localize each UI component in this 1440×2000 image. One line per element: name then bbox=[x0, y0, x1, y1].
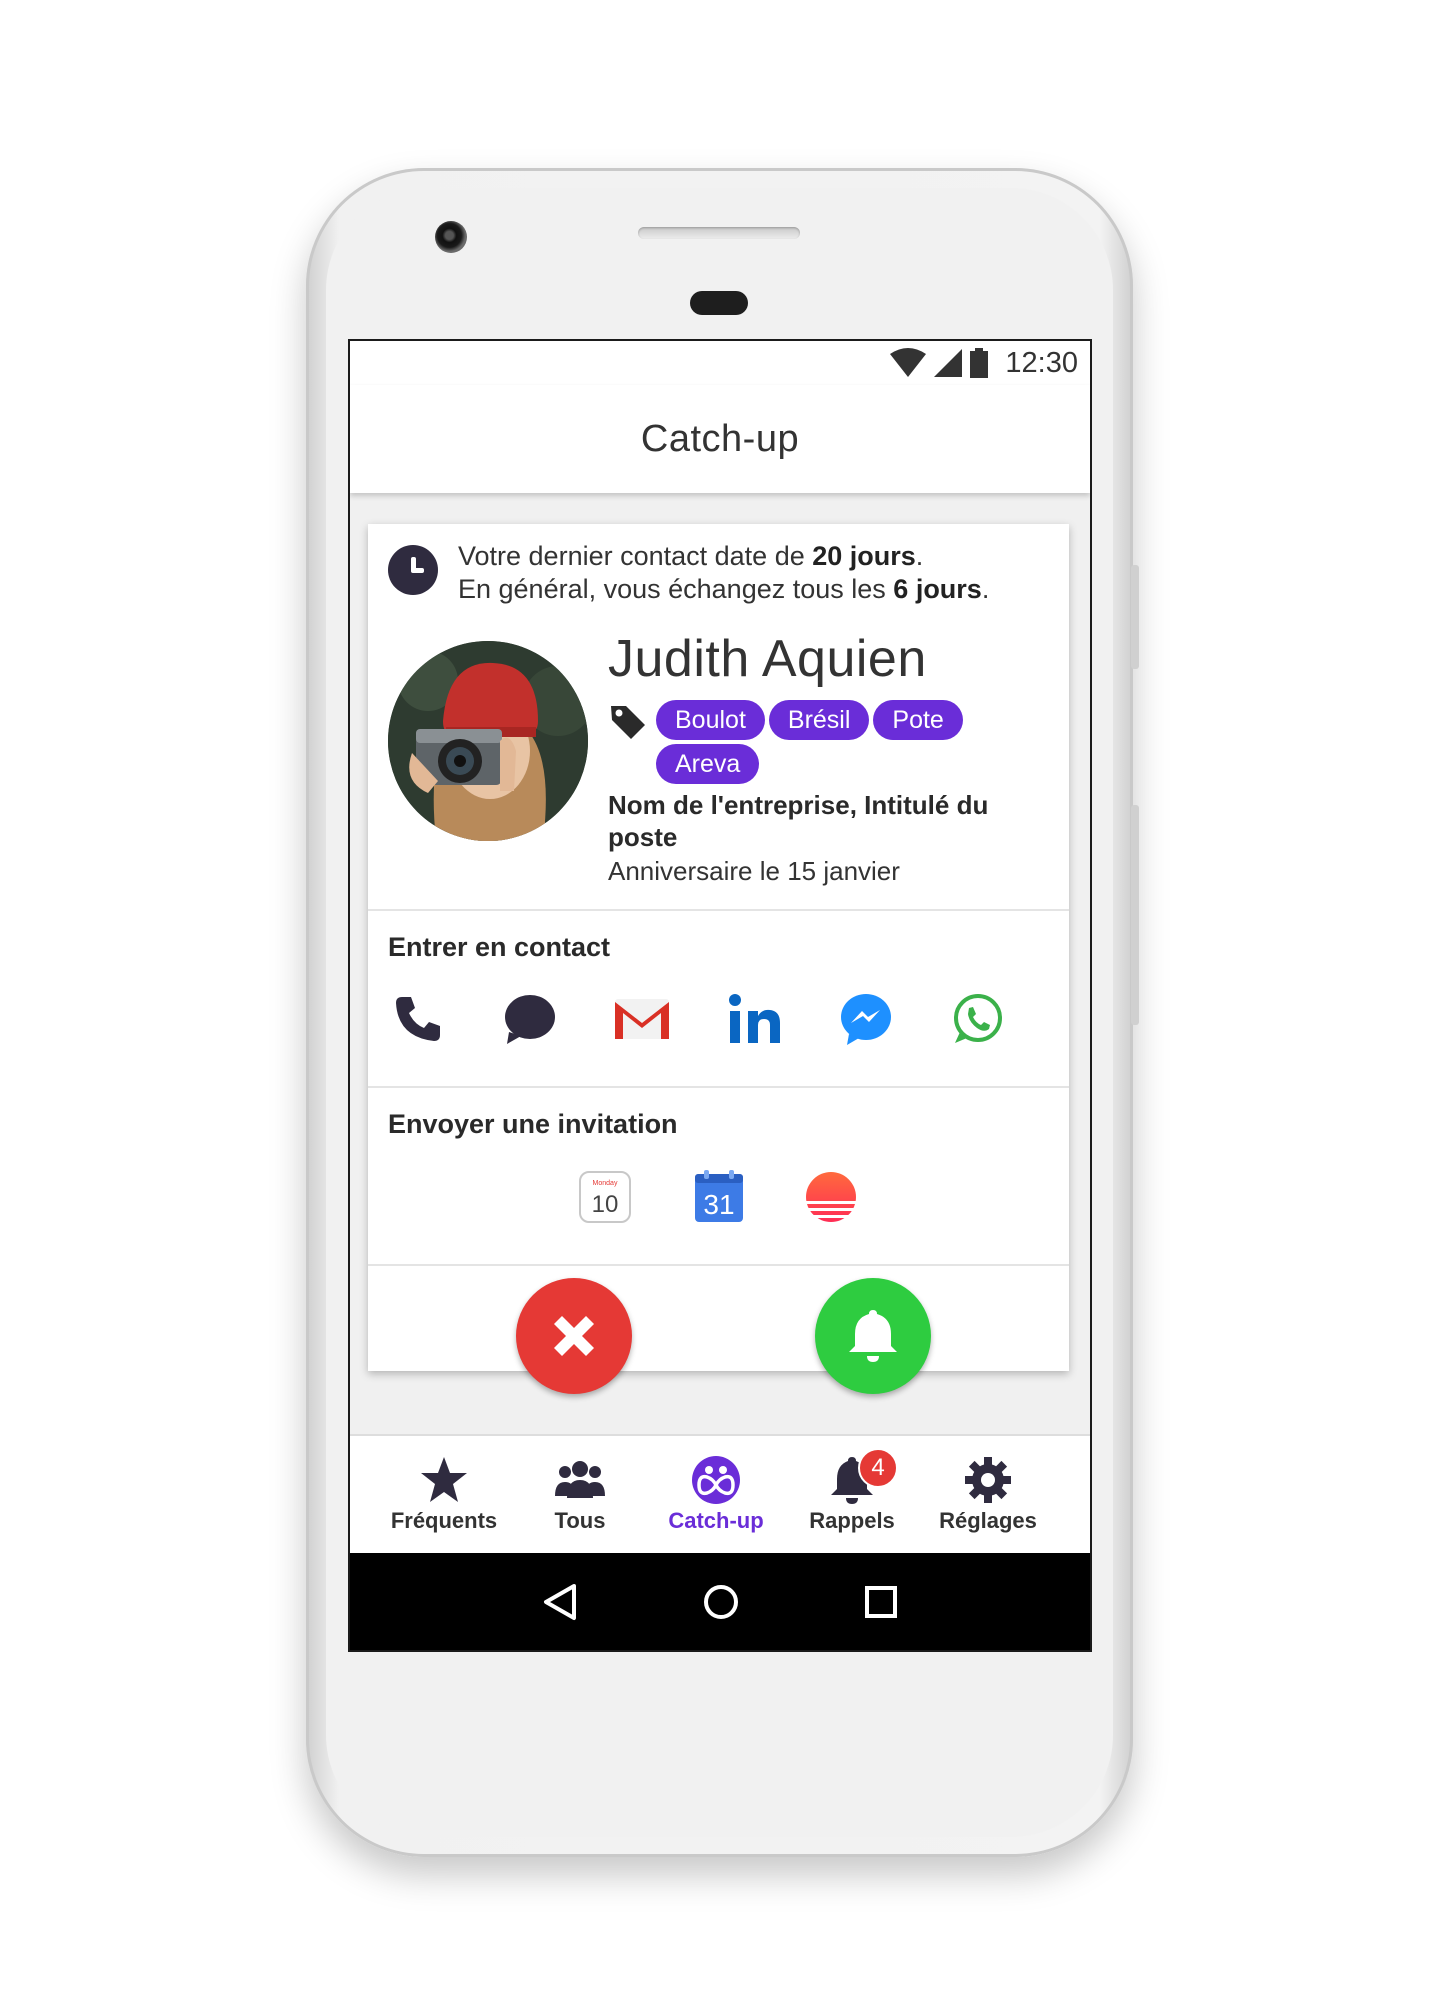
tag-chip[interactable]: Areva bbox=[656, 744, 760, 784]
cell-signal-icon bbox=[934, 349, 963, 377]
frequency-text: Votre dernier contact date de 20 jours. … bbox=[458, 540, 989, 606]
sms-icon[interactable] bbox=[500, 989, 560, 1049]
nav-label: Rappels bbox=[809, 1508, 895, 1533]
usual-frequency-label: En général, vous échangez tous les bbox=[458, 574, 894, 604]
last-contact-value: 20 jours bbox=[812, 541, 916, 571]
notification-badge: 4 bbox=[858, 1448, 898, 1488]
apple-calendar-weekday: Monday bbox=[593, 1180, 618, 1187]
last-contact-label: Votre dernier contact date de bbox=[458, 541, 813, 571]
tag-list: Boulot Brésil Pote Areva bbox=[656, 700, 986, 784]
star-icon bbox=[421, 1457, 467, 1502]
volume-button bbox=[1131, 805, 1139, 1025]
nav-item-catchup[interactable]: Catch-up bbox=[646, 1452, 786, 1534]
whatsapp-icon[interactable] bbox=[948, 989, 1008, 1049]
back-icon[interactable] bbox=[542, 1583, 578, 1621]
catchup-icon bbox=[692, 1456, 740, 1504]
avatar[interactable] bbox=[388, 641, 588, 841]
contact-frequency-info: Votre dernier contact date de 20 jours. … bbox=[388, 540, 1059, 606]
nav-label: Réglages bbox=[939, 1508, 1037, 1533]
divider bbox=[368, 1086, 1069, 1088]
power-button bbox=[1131, 565, 1139, 669]
earpiece-speaker bbox=[638, 227, 800, 239]
catchup-card[interactable]: Votre dernier contact date de 20 jours. … bbox=[368, 524, 1069, 1371]
sunrise-calendar-icon[interactable] bbox=[801, 1167, 861, 1227]
app-bar: Catch-up bbox=[350, 385, 1090, 493]
avatar-photo bbox=[388, 641, 588, 841]
nav-item-rappels[interactable]: 4 Rappels bbox=[782, 1448, 922, 1534]
tag-icon bbox=[611, 706, 645, 739]
bell-icon bbox=[849, 1310, 897, 1362]
home-icon[interactable] bbox=[702, 1583, 740, 1621]
contact-section-title: Entrer en contact bbox=[388, 932, 611, 962]
divider bbox=[368, 1264, 1069, 1266]
nav-item-frequents[interactable]: Fréquents bbox=[374, 1452, 514, 1534]
clock-icon bbox=[388, 545, 438, 595]
tag-chip[interactable]: Boulot bbox=[656, 700, 765, 740]
invite-section-title: Envoyer une invitation bbox=[388, 1109, 678, 1139]
nav-label: Fréquents bbox=[390, 1508, 498, 1533]
apple-calendar-icon[interactable]: Monday 10 bbox=[575, 1167, 635, 1227]
status-bar: 12:30 bbox=[350, 341, 1090, 385]
usual-frequency-suffix: . bbox=[981, 574, 990, 604]
battery-icon bbox=[970, 348, 989, 378]
tag-chip[interactable]: Brésil bbox=[768, 700, 870, 740]
nav-item-reglages[interactable]: Réglages bbox=[918, 1452, 1058, 1534]
divider bbox=[368, 909, 1069, 911]
last-contact-suffix: . bbox=[915, 541, 924, 571]
people-icon bbox=[555, 1461, 605, 1498]
tag-chip[interactable]: Pote bbox=[873, 700, 963, 740]
messenger-icon[interactable] bbox=[836, 989, 896, 1049]
close-icon bbox=[554, 1316, 594, 1356]
nav-item-tous[interactable]: Tous bbox=[510, 1452, 650, 1534]
bottom-navigation: Fréquents Tous Catch-up 4 Rappels Réglag… bbox=[350, 1434, 1090, 1554]
apple-calendar-day: 10 bbox=[592, 1191, 619, 1218]
app-screen: 12:30 Catch-up Votre dernier contact dat… bbox=[348, 339, 1092, 1652]
contact-channels bbox=[368, 989, 1069, 1059]
gear-icon bbox=[965, 1457, 1011, 1503]
contact-name: Judith Aquien bbox=[608, 630, 927, 688]
status-time: 12:30 bbox=[1005, 346, 1078, 379]
proximity-sensor bbox=[690, 291, 748, 315]
google-calendar-day: 31 bbox=[703, 1189, 734, 1220]
nav-label: Catch-up bbox=[668, 1508, 764, 1533]
gmail-icon[interactable] bbox=[612, 989, 672, 1049]
phone-icon[interactable] bbox=[388, 989, 448, 1049]
wifi-icon bbox=[890, 348, 927, 377]
invite-apps: Monday 10 31 bbox=[368, 1167, 1069, 1237]
birthday: Anniversaire le 15 janvier bbox=[608, 856, 900, 886]
company-job-title: Nom de l'entreprise, Intitulé du poste bbox=[608, 790, 989, 852]
recents-icon[interactable] bbox=[864, 1585, 898, 1619]
front-camera-icon bbox=[435, 221, 467, 253]
remind-button[interactable] bbox=[815, 1278, 931, 1394]
dismiss-button[interactable] bbox=[516, 1278, 632, 1394]
page-title: Catch-up bbox=[640, 417, 800, 460]
usual-frequency-value: 6 jours bbox=[893, 574, 982, 604]
linkedin-icon[interactable] bbox=[724, 989, 784, 1049]
system-navigation-bar bbox=[350, 1553, 1090, 1650]
google-calendar-icon[interactable]: 31 bbox=[689, 1167, 749, 1227]
nav-label: Tous bbox=[554, 1508, 606, 1533]
